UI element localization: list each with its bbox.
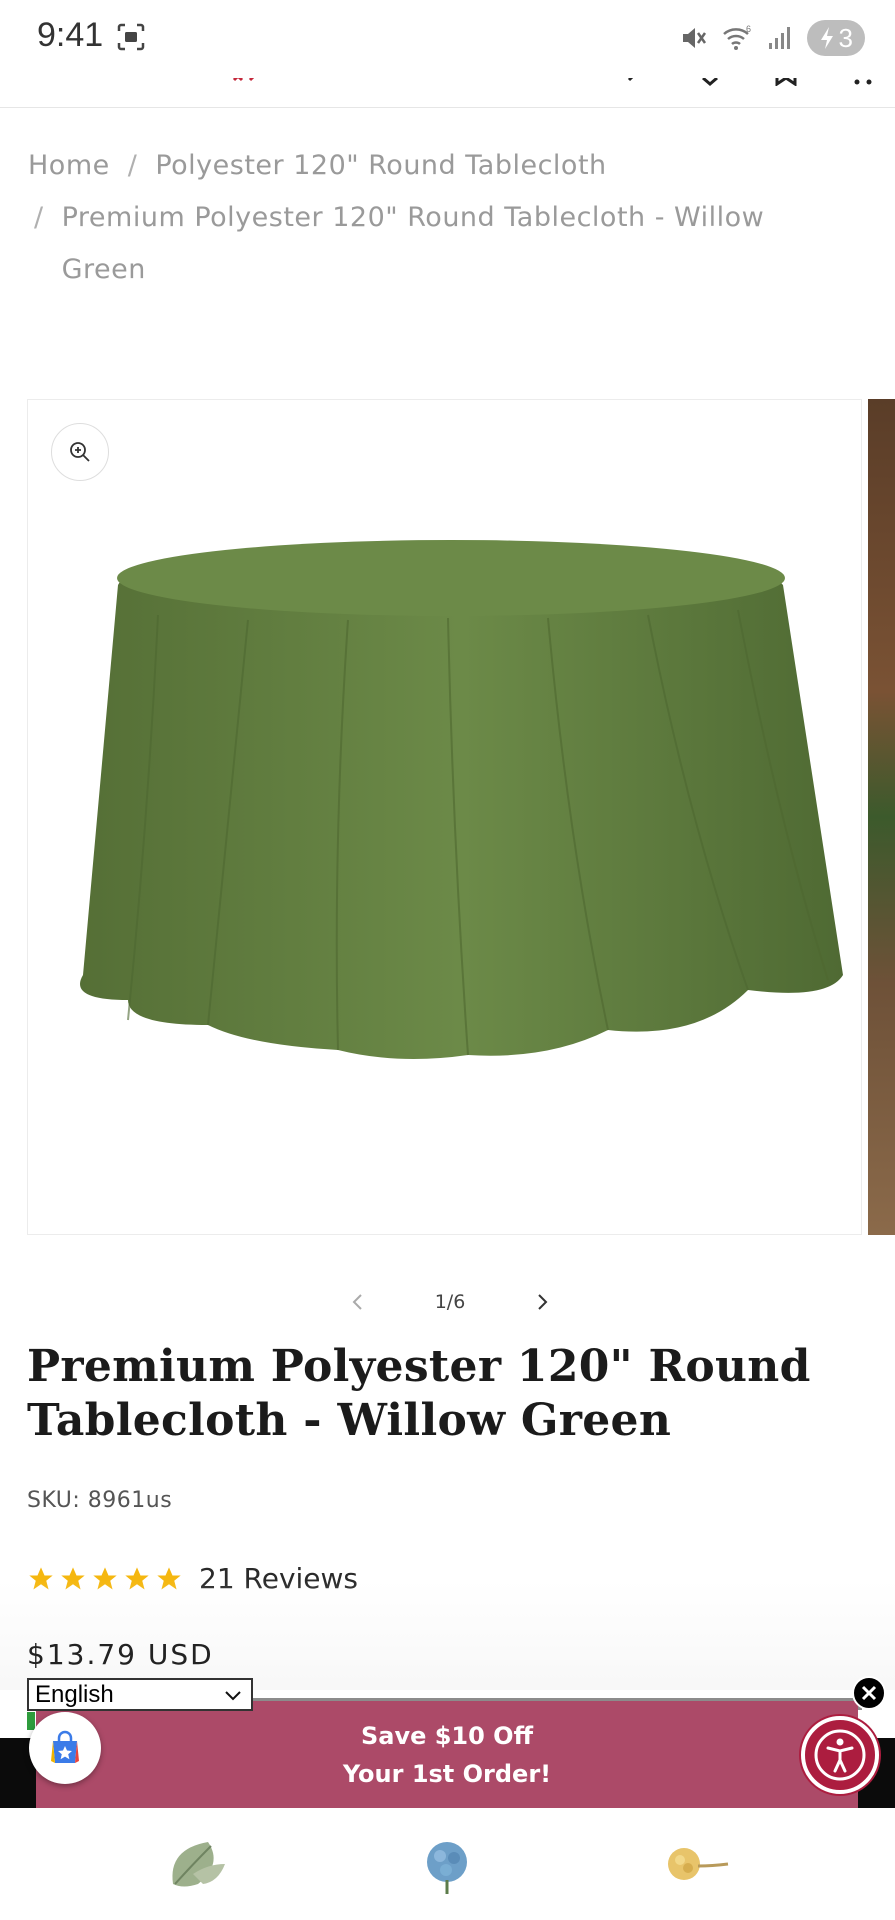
prev-slide-button[interactable]: [340, 1284, 376, 1320]
zoom-in-icon: [70, 442, 90, 462]
promo-line-1: Save $10 Off: [360, 1721, 534, 1750]
product-image: [80, 540, 843, 1059]
product-rating[interactable]: 21 Reviews: [27, 1562, 358, 1595]
shop-app-button[interactable]: [29, 1712, 101, 1784]
promo-line-2: Your 1st Order!: [342, 1759, 552, 1788]
product-sku: SKU: 8961us: [27, 1488, 173, 1513]
shopping-bag-icon: [51, 1730, 79, 1763]
slider-nav: 1/6: [340, 1282, 560, 1322]
widget-edge: [27, 1712, 35, 1730]
swatch-strip: [0, 1812, 895, 1920]
star-icon: [61, 1566, 85, 1589]
zoom-button[interactable]: [51, 423, 109, 481]
star-icon: [29, 1566, 53, 1589]
star-icon: [93, 1566, 117, 1589]
mute-icon: [682, 28, 706, 48]
status-bar: 9:41 6 3: [0, 0, 895, 78]
promo-banner[interactable]: Save $10 Off Your 1st Order!: [36, 1698, 858, 1808]
yellow-flower-swatch[interactable]: [662, 1834, 732, 1894]
scroll-fade: [0, 1580, 895, 1690]
battery-level: 3: [838, 22, 853, 53]
screen-record-icon: [117, 23, 145, 51]
language-select[interactable]: English: [27, 1678, 253, 1711]
battery-charging-icon: [820, 27, 833, 49]
status-time: 9:41: [37, 16, 104, 54]
breadcrumb-separator: /: [127, 150, 138, 181]
chevron-down-icon: [225, 1691, 241, 1701]
signal-icon: [768, 27, 790, 49]
accessibility-icon: [814, 1729, 866, 1781]
product-price: $13.79 USD: [27, 1638, 214, 1671]
site-header: [0, 78, 895, 108]
breadcrumb-home-link[interactable]: Home: [28, 140, 110, 192]
chevron-left-icon: [352, 1294, 362, 1310]
close-icon: [861, 1685, 877, 1701]
battery-indicator: 3: [806, 20, 865, 56]
language-selected: English: [35, 1680, 114, 1708]
wifi-icon: 6: [722, 24, 751, 50]
blue-flower-swatch[interactable]: [412, 1834, 482, 1894]
slide-counter: 1/6: [434, 1291, 466, 1313]
reviews-link[interactable]: 21 Reviews: [199, 1562, 358, 1595]
sage-leaf-swatch[interactable]: [163, 1834, 233, 1894]
accessibility-button[interactable]: [801, 1716, 879, 1794]
logo[interactable]: [228, 78, 264, 88]
star-rating: [27, 1565, 183, 1593]
product-gallery[interactable]: [27, 399, 862, 1235]
chevron-right-icon: [538, 1294, 548, 1310]
breadcrumb-category-link[interactable]: Polyester 120" Round Tablecloth: [155, 140, 606, 192]
svg-text:6: 6: [746, 24, 751, 34]
next-slide-button[interactable]: [524, 1284, 560, 1320]
breadcrumb: Home / Polyester 120" Round Tablecloth /…: [28, 140, 828, 296]
breadcrumb-current: Premium Polyester 120" Round Tablecloth …: [61, 202, 765, 285]
account-icon[interactable]: [697, 78, 723, 86]
promo-close-button[interactable]: [852, 1676, 886, 1710]
search-icon[interactable]: [621, 78, 647, 86]
star-icon: [125, 1566, 149, 1589]
product-title: Premium Polyester 120" Round Tablecloth …: [27, 1341, 811, 1446]
breadcrumb-separator: /: [34, 202, 44, 233]
star-icon: [157, 1566, 181, 1589]
next-slide-preview[interactable]: [868, 399, 895, 1235]
cart-icon[interactable]: [849, 78, 875, 86]
wishlist-icon[interactable]: [773, 78, 799, 86]
